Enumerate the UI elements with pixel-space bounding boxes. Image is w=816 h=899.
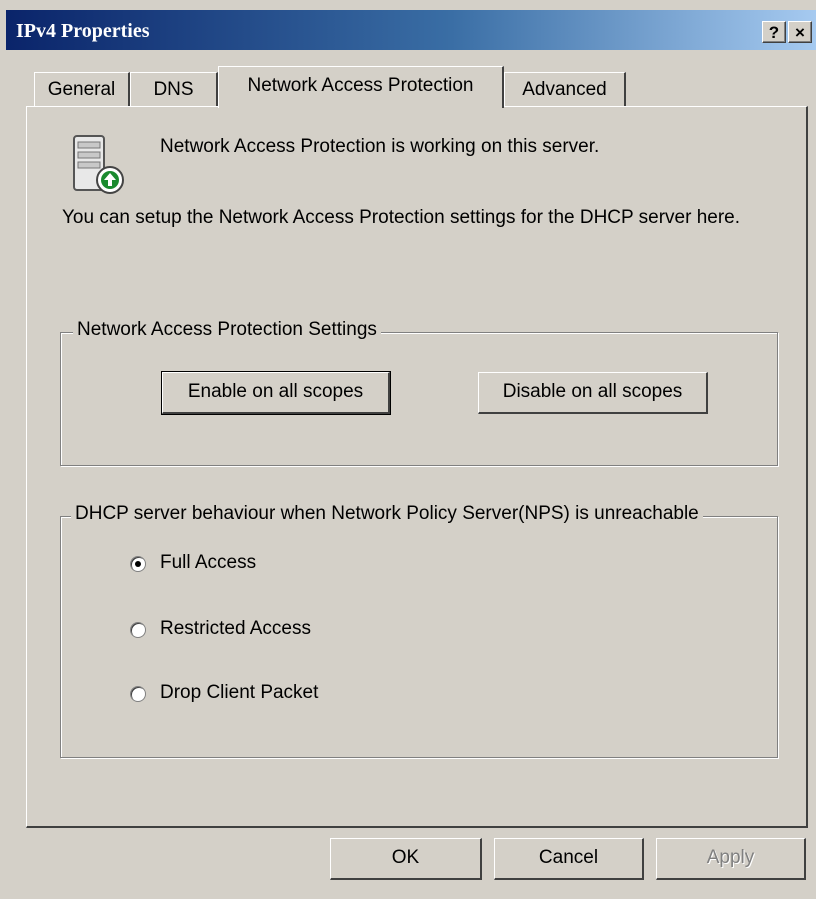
radio-button[interactable]	[130, 622, 146, 638]
tab-network-access-protection[interactable]: Network Access Protection	[218, 66, 504, 108]
dhcp-behaviour-legend: DHCP server behaviour when Network Polic…	[71, 503, 703, 525]
radio-label: Restricted Access	[160, 618, 311, 639]
radio-label: Drop Client Packet	[160, 682, 319, 703]
nap-settings-legend: Network Access Protection Settings	[73, 319, 381, 341]
nap-status-text: Network Access Protection is working on …	[160, 136, 600, 157]
radio-selected-dot	[135, 561, 141, 567]
server-status-icon	[73, 135, 124, 194]
window-title: IPv4 Properties	[16, 20, 150, 42]
close-button[interactable]: ×	[788, 21, 812, 43]
radio-button[interactable]	[130, 686, 146, 702]
ok-button[interactable]: OK	[330, 838, 482, 880]
tab-advanced[interactable]: Advanced	[504, 72, 626, 106]
tab-dns[interactable]: DNS	[130, 72, 218, 106]
nap-description: You can setup the Network Access Protect…	[62, 207, 741, 228]
radio-label: Full Access	[160, 552, 257, 573]
cancel-button[interactable]: Cancel	[494, 838, 644, 880]
apply-button[interactable]: Apply	[656, 838, 806, 880]
radio-button[interactable]	[130, 556, 146, 572]
help-button[interactable]: ?	[762, 21, 786, 43]
enable-all-scopes-button[interactable]: Enable on all scopes	[161, 371, 391, 415]
tab-general[interactable]: General	[34, 72, 130, 106]
disable-all-scopes-button[interactable]: Disable on all scopes	[478, 372, 708, 414]
title-bar[interactable]: IPv4 Properties ? ×	[6, 10, 816, 50]
ipv4-properties-dialog: IPv4 Properties ? × General DNS Advanced…	[0, 0, 816, 899]
